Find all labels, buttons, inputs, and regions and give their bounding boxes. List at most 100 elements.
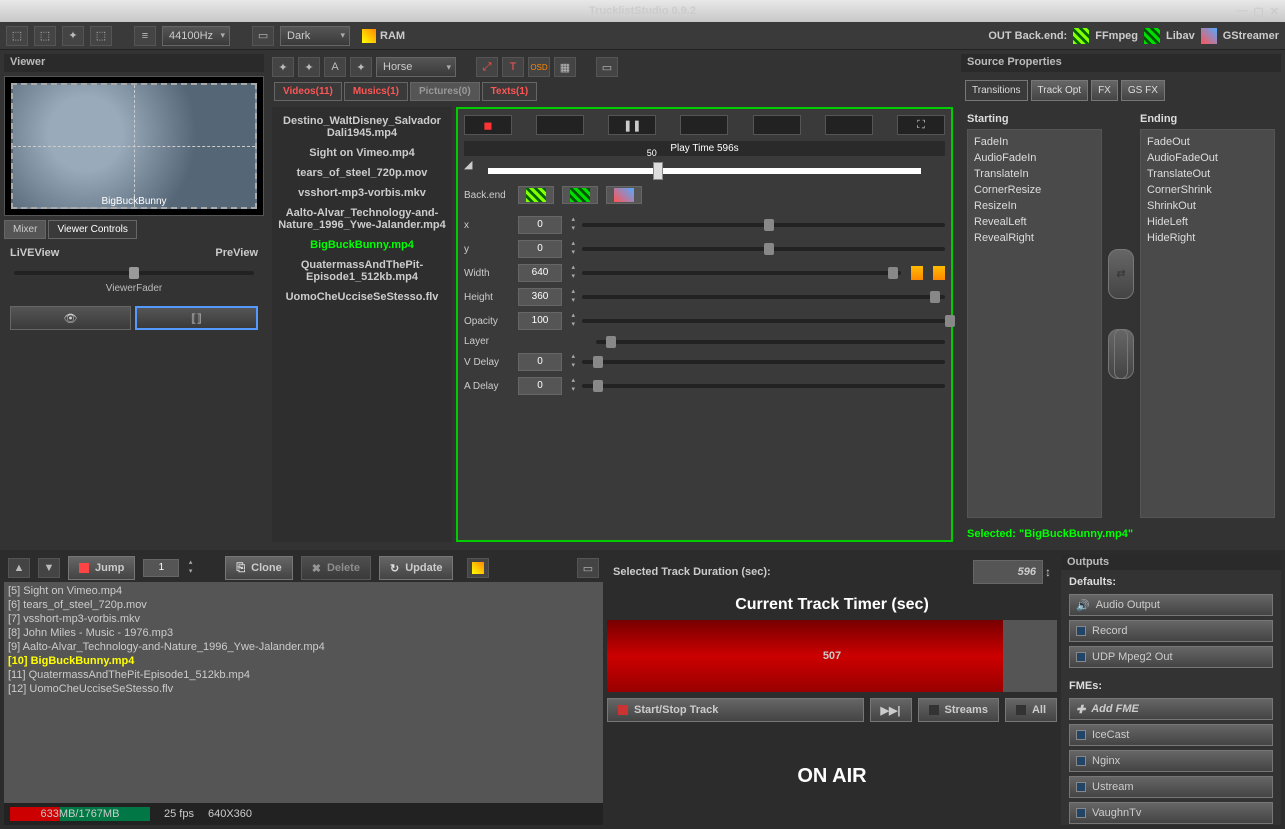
cbtn-2[interactable]: ✦ [298,57,320,77]
track-row[interactable]: [12] UomoCheUcciseSeStesso.flv [8,682,599,696]
starting-list[interactable]: FadeInAudioFadeInTranslateInCornerResize… [967,129,1102,518]
vd-spinner[interactable]: 0 [518,353,562,371]
track-row[interactable]: [11] QuatermassAndThePit-Episode1_512kb.… [8,668,599,682]
ffmpeg-icon[interactable] [1073,28,1089,44]
swap-button[interactable]: ⇄ [1108,249,1134,299]
add-fme-button[interactable]: ✚ Add FME [1069,698,1273,720]
timeline-slider[interactable] [488,168,921,174]
move-up-button[interactable]: ▲ [8,558,30,578]
cbtn-4[interactable]: ✦ [350,57,372,77]
theme-combo[interactable]: Dark [280,26,350,46]
track-row[interactable]: [7] vsshort-mp3-vorbis.mkv [8,612,599,626]
close-icon[interactable]: ✕ [1270,5,1279,18]
toolbar-btn-1[interactable]: ⬚ [6,26,28,46]
loop-button[interactable] [825,115,873,135]
track-row[interactable]: [9] Aalto-Alvar_Technology-and-Nature_19… [8,640,599,654]
file-list[interactable]: Destino_WaltDisney_Salvador Dali1945.mp4… [272,107,452,542]
backend-gstreamer[interactable] [606,186,642,204]
file-item[interactable]: Sight on Vimeo.mp4 [274,143,450,163]
transition-item[interactable]: RevealRight [972,230,1097,246]
streams-button[interactable]: Streams [918,698,999,722]
transition-item[interactable]: FadeOut [1145,134,1270,150]
x-slider[interactable] [582,223,945,227]
file-item[interactable]: BigBuckBunny.mp4 [274,235,450,255]
tab-transitions[interactable]: Transitions [965,80,1028,101]
fme-item[interactable]: VaughnTv [1069,802,1273,824]
tab-fx[interactable]: FX [1091,80,1118,101]
tab-musics[interactable]: Musics(1) [344,82,408,101]
clone-button[interactable]: ⎘ Clone [225,556,292,580]
clear-button[interactable] [1108,329,1134,379]
fme-item[interactable]: Ustream [1069,776,1273,798]
transition-item[interactable]: ShrinkOut [1145,198,1270,214]
playlist[interactable]: [5] Sight on Vimeo.mp4[6] tears_of_steel… [4,582,603,803]
backend-libav[interactable] [562,186,598,204]
o-spinner[interactable]: 100 [518,312,562,330]
file-item[interactable]: tears_of_steel_720p.mov [274,163,450,183]
cbtn-7[interactable]: OSD [528,57,550,77]
volume-icon[interactable]: ◢ [464,158,472,171]
h-spinner[interactable]: 360 [518,288,562,306]
file-item[interactable]: Aalto-Alvar_Technology-and-Nature_1996_Y… [274,203,450,235]
pause-button[interactable]: ❚❚ [608,115,656,135]
audio-output-button[interactable]: 🔊 Audio Output [1069,594,1273,616]
toolbar-btn-2[interactable]: ⬚ [34,26,56,46]
cbtn-8[interactable]: ▦ [554,57,576,77]
duration-stepper[interactable] [1045,565,1051,579]
lock-icon[interactable] [933,266,945,280]
tab-track-opt[interactable]: Track Opt [1031,80,1089,101]
preview-button[interactable]: ⟦⟧ [135,306,258,330]
track-row[interactable]: [5] Sight on Vimeo.mp4 [8,584,599,598]
fullscreen-button[interactable]: ⛶ [897,115,945,135]
transition-item[interactable]: RevealLeft [972,214,1097,230]
backend-ffmpeg[interactable] [518,186,554,204]
cbtn-5[interactable]: ⤢ [476,57,498,77]
h-slider[interactable] [582,295,945,299]
fme-item[interactable]: IceCast [1069,724,1273,746]
live-button[interactable]: 👁 [10,306,131,330]
record-button[interactable]: ◼ [464,115,512,135]
tab-mixer[interactable]: Mixer [4,220,46,239]
file-item[interactable]: QuatermassAndThePit-Episode1_512kb.mp4 [274,255,450,287]
ad-spinner[interactable]: 0 [518,377,562,395]
vd-slider[interactable] [582,360,945,364]
file-item[interactable]: vsshort-mp3-vorbis.mkv [274,183,450,203]
file-item[interactable]: Destino_WaltDisney_Salvador Dali1945.mp4 [274,111,450,143]
transition-item[interactable]: ResizeIn [972,198,1097,214]
transition-item[interactable]: HideRight [1145,230,1270,246]
preview-area[interactable]: BigBuckBunny [4,76,264,216]
l-slider[interactable] [596,340,945,344]
libav-icon[interactable] [1144,28,1160,44]
track-row[interactable]: [10] BigBuckBunny.mp4 [8,654,599,668]
track-row[interactable]: [6] tears_of_steel_720p.mov [8,598,599,612]
transition-item[interactable]: CornerShrink [1145,182,1270,198]
minimize-icon[interactable]: — [1236,5,1247,18]
y-spinner[interactable]: 0 [518,240,562,258]
next-track-button[interactable]: ▶▶| [870,698,912,722]
preset-combo[interactable]: Horse [376,57,456,77]
w-spinner[interactable]: 640 [518,264,562,282]
maximize-icon[interactable]: ▢ [1253,5,1263,18]
transition-item[interactable]: FadeIn [972,134,1097,150]
viewer-fader[interactable] [14,271,254,275]
lock-icon[interactable] [911,266,923,280]
tab-gsfx[interactable]: GS FX [1121,80,1165,101]
duration-value[interactable]: 596 [973,560,1043,584]
jump-value[interactable]: 1 [143,559,179,577]
tab-texts[interactable]: Texts(1) [482,82,538,101]
ad-slider[interactable] [582,384,945,388]
tab-pictures[interactable]: Pictures(0) [410,82,480,101]
record-output-button[interactable]: Record [1069,620,1273,642]
o-slider[interactable] [582,319,945,323]
transition-item[interactable]: TranslateOut [1145,166,1270,182]
jump-button[interactable]: Jump [68,556,135,580]
toolbar-btn-4[interactable]: ⬚ [90,26,112,46]
fme-item[interactable]: Nginx [1069,750,1273,772]
cbtn-3[interactable]: A [324,57,346,77]
tab-viewer-controls[interactable]: Viewer Controls [48,220,136,239]
sample-rate-combo[interactable]: 44100Hz [162,26,230,46]
all-button[interactable]: All [1005,698,1057,722]
update-button[interactable]: ↻ Update [379,556,454,580]
x-spinner[interactable]: 0 [518,216,562,234]
delete-button[interactable]: ✖ Delete [301,556,371,580]
